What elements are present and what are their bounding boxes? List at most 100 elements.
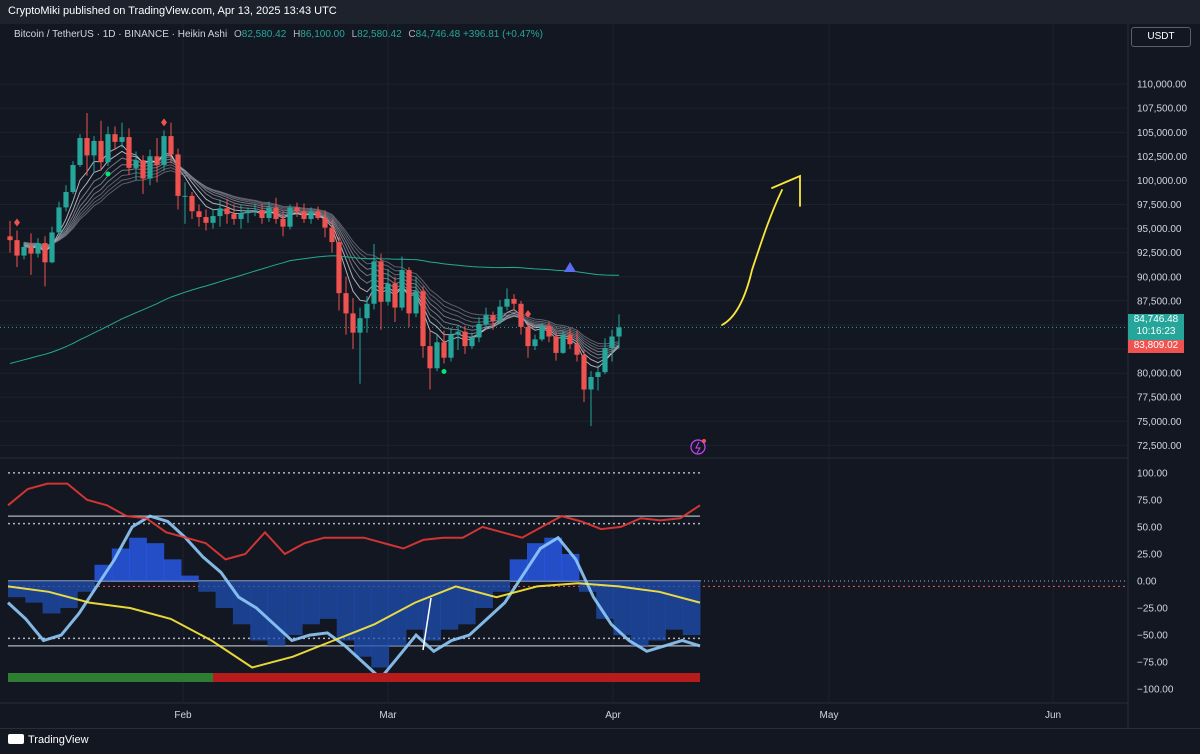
status-strip-green <box>8 673 213 682</box>
histogram-bar <box>42 581 61 614</box>
chart-canvas[interactable]: 110,000.00 107,500.00 105,000.00 102,500.00… <box>0 0 1200 753</box>
price-tick-label: 87,500.00 <box>1137 296 1182 307</box>
candle-body <box>210 216 216 223</box>
candle-body <box>546 325 552 337</box>
candle-body <box>455 331 461 335</box>
candle-body <box>385 283 391 302</box>
candle-body <box>399 270 405 308</box>
candle-body <box>259 210 265 218</box>
candle-body <box>560 334 566 353</box>
candle-body <box>427 346 433 369</box>
candle-body <box>413 291 419 314</box>
close-label: C <box>408 29 416 40</box>
candle-body <box>147 156 153 179</box>
histogram-bar <box>181 575 199 581</box>
candle-body <box>308 211 314 219</box>
last-price: 84,746.48 <box>1133 314 1179 325</box>
oscillator-tick-label: −75.00 <box>1137 658 1168 669</box>
diamond-marker <box>14 218 20 227</box>
price-tick-label: 107,500.00 <box>1137 104 1187 115</box>
diamond-marker <box>161 118 167 127</box>
candle-body <box>553 336 559 353</box>
grid-lines <box>0 24 1129 728</box>
candle-body <box>28 246 34 254</box>
candle-body <box>329 227 335 243</box>
diamond-marker <box>525 310 531 319</box>
candle-body <box>588 376 594 390</box>
close-value: 84,746.48 <box>415 29 461 40</box>
candle-body <box>231 214 237 219</box>
candle-body <box>574 344 580 355</box>
low-value: 82,580.42 <box>357 29 402 40</box>
candle-body <box>168 136 174 155</box>
price-tick-label: 105,000.00 <box>1137 128 1187 139</box>
candle-body <box>539 325 545 340</box>
candle-body <box>511 298 517 304</box>
candle-body <box>77 138 83 166</box>
candle-body <box>217 208 223 217</box>
candle-body <box>56 207 62 233</box>
candle-body <box>105 134 111 163</box>
oscillator-tick-label: 0.00 <box>1137 577 1157 588</box>
annotation-arrow <box>721 174 801 326</box>
candle-body <box>581 354 587 390</box>
candle-body <box>448 334 454 358</box>
candle-body <box>112 134 118 142</box>
currency-button[interactable]: USDT <box>1131 27 1191 47</box>
candle-body <box>161 136 167 166</box>
candle-body <box>252 210 258 212</box>
histogram-bar <box>319 581 338 619</box>
candle-body <box>182 195 188 197</box>
candle-body <box>245 210 251 214</box>
price-tick-label: 72,500.00 <box>1137 441 1182 452</box>
histogram-bar <box>77 581 95 592</box>
candle-body <box>133 160 139 168</box>
alert-icon[interactable] <box>690 439 706 455</box>
candle-body <box>392 283 398 308</box>
symbol-title[interactable]: Bitcoin / TetherUS · 1D · BINANCE · Heik… <box>14 29 227 40</box>
histogram-bar <box>25 581 44 603</box>
price-tick-label: 95,000.00 <box>1137 224 1182 235</box>
candle-body <box>63 191 69 208</box>
price-tick-label: 110,000.00 <box>1137 80 1187 91</box>
candle-body <box>504 298 510 307</box>
candle-body <box>336 242 342 294</box>
candle-body <box>609 336 615 349</box>
oscillator-tick-label: 100.00 <box>1137 468 1168 479</box>
histogram-bar <box>163 559 182 581</box>
footer-bar <box>0 728 1200 754</box>
candle-body <box>189 195 195 212</box>
last-price-label: 84,746.48 10:16:23 <box>1128 314 1184 340</box>
candle-body <box>196 211 202 218</box>
candle-body <box>224 208 230 215</box>
candle-body <box>420 291 426 347</box>
candle-body <box>315 211 321 218</box>
triangle-marker <box>564 262 576 272</box>
tradingview-logo[interactable]: TradingView <box>8 734 89 746</box>
histogram-bar <box>354 581 372 657</box>
histogram-bar <box>111 548 130 581</box>
candle-body <box>364 303 370 319</box>
publish-bar: CryptoMiki published on TradingView.com,… <box>0 0 1200 24</box>
oscillator-tick-label: 50.00 <box>1137 522 1162 533</box>
time-tick-label: Apr <box>605 710 621 721</box>
oscillator-tick-label: 75.00 <box>1137 495 1162 506</box>
candle-body <box>119 137 125 142</box>
candle-body <box>476 323 482 338</box>
candle-body <box>462 331 468 347</box>
candle-body <box>371 261 377 304</box>
time-tick-label: Mar <box>379 710 397 721</box>
status-strip-red <box>213 673 700 682</box>
candle-body <box>273 207 279 219</box>
time-tick-label: Feb <box>174 710 192 721</box>
candle-body <box>84 138 90 156</box>
prev-price-label: 83,809.02 <box>1128 340 1184 353</box>
high-value: 86,100.00 <box>300 29 345 40</box>
candle-body <box>287 207 293 227</box>
candle-body <box>567 334 573 345</box>
candle-body <box>378 261 384 302</box>
histogram-bar <box>561 553 580 581</box>
brand-name: TradingView <box>28 734 89 746</box>
price-tick-label: 77,500.00 <box>1137 393 1182 404</box>
candle-body <box>154 156 160 166</box>
